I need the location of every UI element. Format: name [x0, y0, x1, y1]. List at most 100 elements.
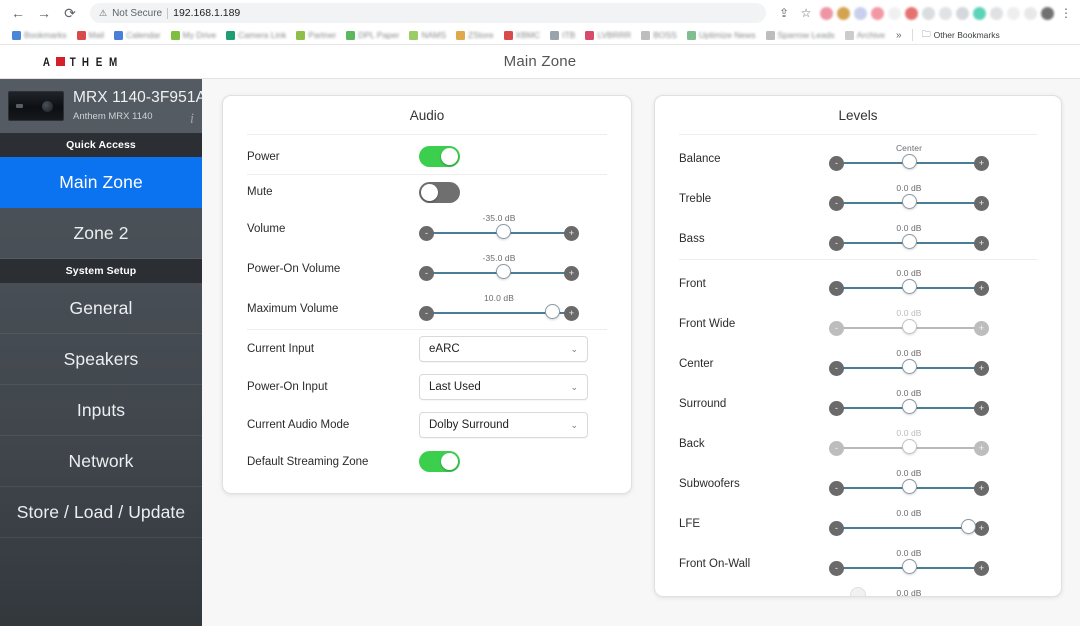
browser-extension-icon[interactable] — [820, 6, 833, 20]
browser-extension-icon[interactable] — [956, 6, 969, 20]
bookmark-item[interactable]: ZStore — [451, 30, 499, 40]
sidebar-item-speakers[interactable]: Speakers — [0, 334, 202, 385]
power-on-input-select[interactable]: Last Used ⌄ — [419, 374, 588, 400]
treble-level-decrement-button[interactable]: - — [829, 196, 844, 211]
bookmark-item[interactable]: Archive — [840, 30, 890, 40]
front-level-slider[interactable]: 0.0 dB - + — [829, 268, 989, 298]
front-on-wall-level-knob[interactable] — [901, 558, 917, 574]
browser-extension-icon[interactable] — [1041, 6, 1054, 20]
browser-extension-icon[interactable] — [922, 6, 935, 20]
balance-level-slider[interactable]: Center - + — [829, 143, 989, 173]
center-level-knob[interactable] — [901, 358, 917, 374]
front-level-knob[interactable] — [901, 278, 917, 294]
volume-decrement-button[interactable]: - — [419, 226, 434, 241]
balance-level-decrement-button[interactable]: - — [829, 156, 844, 171]
treble-level-slider[interactable]: 0.0 dB - + — [829, 183, 989, 213]
browser-extension-icon[interactable] — [905, 6, 918, 20]
bookmark-item[interactable]: DPL Paper — [341, 30, 404, 40]
bookmark-item[interactable]: Uptimize News — [682, 30, 761, 40]
subwoofers-level-knob[interactable] — [901, 478, 917, 494]
subwoofers-level-decrement-button[interactable]: - — [829, 481, 844, 496]
balance-level-knob[interactable] — [901, 153, 917, 169]
browser-extension-icon[interactable] — [1024, 6, 1037, 20]
front-on-wall-level-decrement-button[interactable]: - — [829, 561, 844, 576]
maximum-volume-knob[interactable] — [545, 303, 561, 319]
share-icon[interactable]: ⇪ — [774, 3, 794, 23]
center-level-slider[interactable]: 0.0 dB - + — [829, 348, 989, 378]
browser-extension-icon[interactable] — [871, 6, 884, 20]
bookmark-item[interactable]: ITB — [545, 30, 580, 40]
bookmarks-overflow-icon[interactable]: » — [890, 30, 908, 41]
reload-icon[interactable]: ⟳ — [58, 2, 82, 24]
bookmark-star-icon[interactable]: ☆ — [796, 3, 816, 23]
bookmark-item[interactable]: BOSS — [636, 30, 682, 40]
sidebar-item-zone-2[interactable]: Zone 2 — [0, 208, 202, 259]
bookmark-item[interactable]: Partner — [291, 30, 341, 40]
browser-extension-icon[interactable] — [1007, 6, 1020, 20]
power-on-volume-slider[interactable]: -35.0 dB - + — [419, 253, 579, 283]
balance-level-increment-button[interactable]: + — [974, 156, 989, 171]
mute-toggle[interactable] — [419, 181, 460, 203]
center-level-decrement-button[interactable]: - — [829, 361, 844, 376]
lfe-level-slider[interactable]: 0.0 dB - + — [829, 508, 989, 538]
bookmark-item[interactable]: NAMS — [404, 30, 451, 40]
sidebar-item-store-load-update[interactable]: Store / Load / Update — [0, 487, 202, 538]
browser-extension-icon[interactable] — [990, 6, 1003, 20]
maximum-volume-decrement-button[interactable]: - — [419, 306, 434, 321]
front-level-increment-button[interactable]: + — [974, 281, 989, 296]
bookmark-item[interactable]: Bookmarks — [7, 30, 72, 40]
surround-level-increment-button[interactable]: + — [974, 401, 989, 416]
browser-extension-icon[interactable] — [973, 6, 986, 20]
sidebar-item-inputs[interactable]: Inputs — [0, 385, 202, 436]
treble-level-knob[interactable] — [901, 193, 917, 209]
power-toggle[interactable] — [419, 146, 460, 167]
bookmark-item[interactable]: Calendar — [109, 30, 166, 40]
power-on-volume-knob[interactable] — [495, 263, 511, 279]
lfe-level-increment-button[interactable]: + — [974, 521, 989, 536]
sidebar-item-network[interactable]: Network — [0, 436, 202, 487]
volume-increment-button[interactable]: + — [564, 226, 579, 241]
sidebar-item-main-zone[interactable]: Main Zone — [0, 157, 202, 208]
treble-level-increment-button[interactable]: + — [974, 196, 989, 211]
bookmark-item[interactable]: Mail — [72, 30, 110, 40]
bookmark-item[interactable]: XBMC — [499, 30, 546, 40]
sidebar-item-general[interactable]: General — [0, 283, 202, 334]
browser-extension-icon[interactable] — [939, 6, 952, 20]
center-level-increment-button[interactable]: + — [974, 361, 989, 376]
bookmark-item[interactable]: My Drive — [166, 30, 222, 40]
front-on-wall-level-increment-button[interactable]: + — [974, 561, 989, 576]
surround-level-decrement-button[interactable]: - — [829, 401, 844, 416]
maximum-volume-increment-button[interactable]: + — [564, 306, 579, 321]
other-bookmarks-folder[interactable]: 🗀 Other Bookmarks — [917, 27, 1005, 43]
browser-extension-icon[interactable] — [837, 6, 850, 20]
bass-level-knob[interactable] — [901, 233, 917, 249]
info-icon[interactable]: i — [190, 111, 194, 128]
url-text[interactable]: 192.168.1.189 — [173, 7, 240, 19]
front-on-wall-level-slider[interactable]: 0.0 dB - + — [829, 548, 989, 578]
device-card[interactable]: MRX 1140-3F951A Anthem MRX 1140 i — [0, 79, 206, 133]
subwoofers-level-increment-button[interactable]: + — [974, 481, 989, 496]
maximum-volume-slider[interactable]: 10.0 dB - + — [419, 293, 579, 323]
surround-level-slider[interactable]: 0.0 dB - + — [829, 388, 989, 418]
power-on-volume-decrement-button[interactable]: - — [419, 266, 434, 281]
volume-slider[interactable]: -35.0 dB - + — [419, 213, 579, 243]
browser-extension-icon[interactable] — [854, 6, 867, 20]
lfe-level-decrement-button[interactable]: - — [829, 521, 844, 536]
lfe-level-knob[interactable] — [961, 518, 977, 534]
bookmark-item[interactable]: LVBRRR — [580, 30, 636, 40]
default-streaming-zone-toggle[interactable] — [419, 451, 460, 472]
bass-level-decrement-button[interactable]: - — [829, 236, 844, 251]
bass-level-increment-button[interactable]: + — [974, 236, 989, 251]
forward-icon[interactable]: → — [32, 2, 56, 24]
browser-menu-icon[interactable]: ⋮ — [1058, 7, 1074, 19]
back-icon[interactable]: ← — [6, 2, 30, 24]
volume-knob[interactable] — [495, 223, 511, 239]
bass-level-slider[interactable]: 0.0 dB - + — [829, 223, 989, 253]
power-on-volume-increment-button[interactable]: + — [564, 266, 579, 281]
current-audio-mode-select[interactable]: Dolby Surround ⌄ — [419, 412, 588, 438]
address-bar[interactable]: ⚠ Not Secure 192.168.1.189 — [90, 3, 766, 23]
current-input-select[interactable]: eARC ⌄ — [419, 336, 588, 362]
subwoofers-level-slider[interactable]: 0.0 dB - + — [829, 468, 989, 498]
bookmark-item[interactable]: Camera Link — [221, 30, 291, 40]
bookmark-item[interactable]: Sparrow Leads — [761, 30, 840, 40]
